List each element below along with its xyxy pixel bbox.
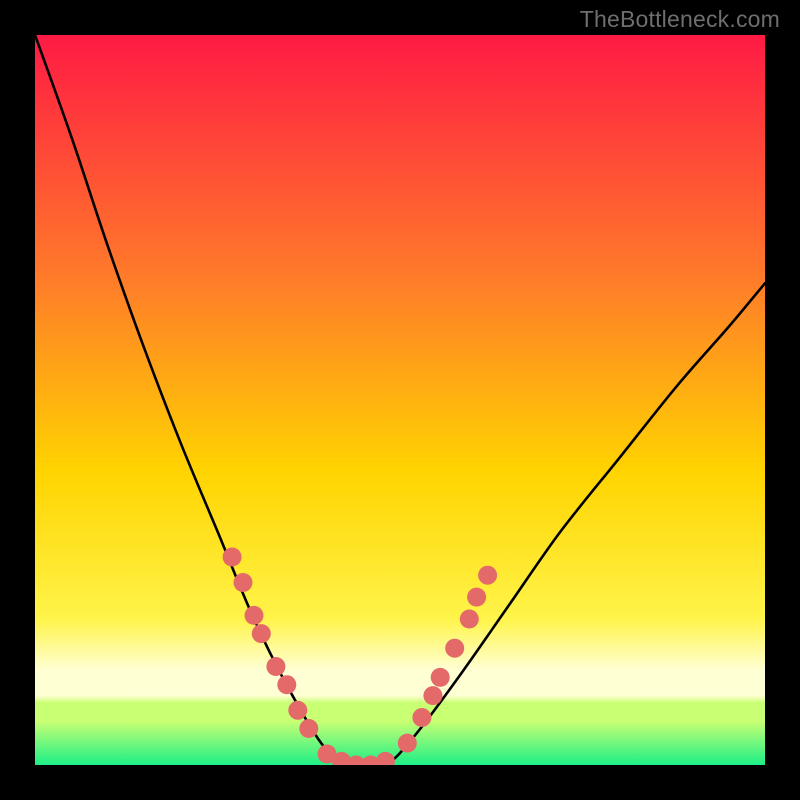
chart-frame: TheBottleneck.com [0, 0, 800, 800]
curve-marker [266, 657, 285, 676]
curve-marker [299, 719, 318, 738]
curve-marker [467, 588, 486, 607]
curve-marker [234, 573, 253, 592]
bottleneck-curve [35, 35, 765, 765]
plot-area [35, 35, 765, 765]
curve-markers [223, 548, 498, 766]
curve-marker [423, 686, 442, 705]
curve-marker [245, 606, 264, 625]
curve-layer [35, 35, 765, 765]
curve-marker [223, 548, 242, 567]
curve-marker [445, 639, 464, 658]
curve-marker [398, 734, 417, 753]
curve-marker [412, 708, 431, 727]
curve-marker [460, 610, 479, 629]
curve-marker [376, 752, 395, 765]
watermark-text: TheBottleneck.com [580, 6, 780, 33]
curve-marker [478, 566, 497, 585]
curve-marker [277, 675, 296, 694]
curve-marker [431, 668, 450, 687]
curve-marker [252, 624, 271, 643]
curve-marker [288, 701, 307, 720]
